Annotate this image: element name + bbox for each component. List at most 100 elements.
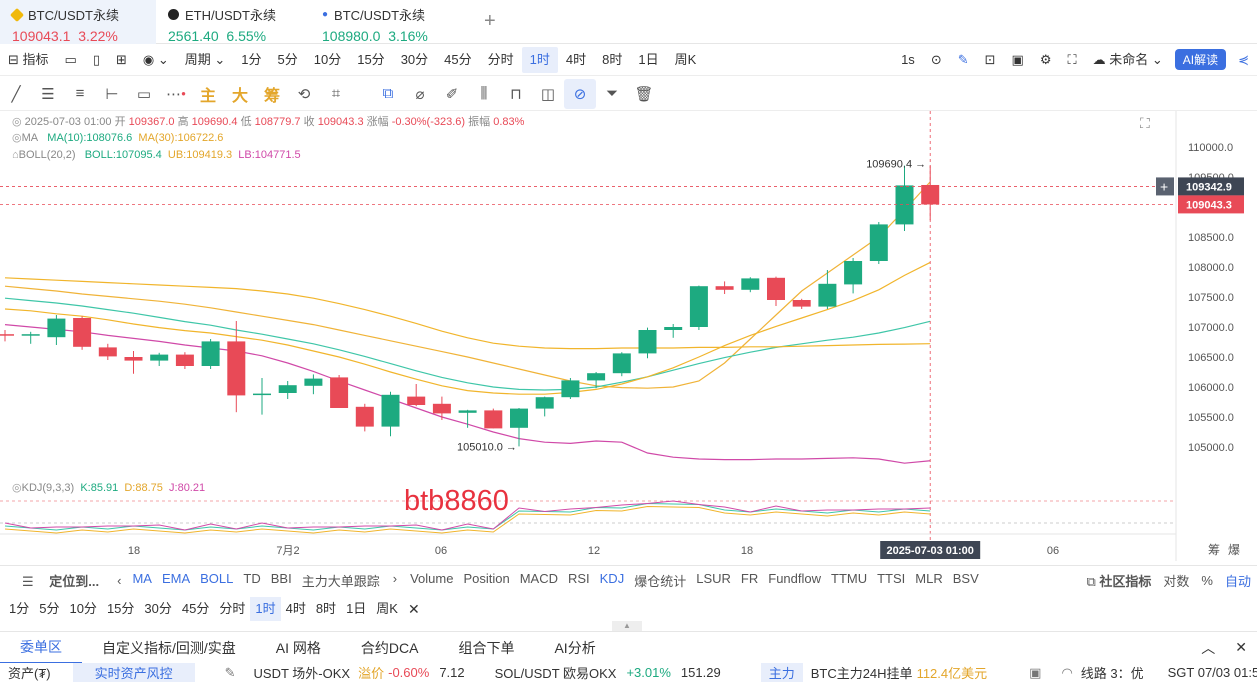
ruler-icon[interactable]: ⌀ bbox=[404, 79, 436, 109]
chips-tool[interactable]: 筹 bbox=[256, 79, 288, 109]
indicator-volume[interactable]: Volume bbox=[405, 571, 458, 590]
candles-icon[interactable]: ⫼ bbox=[468, 79, 500, 109]
tab-eth-usdt-perp[interactable]: ETH/USDT永续 2561.40 6.55% bbox=[156, 0, 310, 44]
tab-combo-order[interactable]: 组合下单 bbox=[438, 638, 534, 658]
magnet-icon[interactable]: ⌗ bbox=[320, 79, 352, 109]
main-force-tool[interactable]: 主 bbox=[192, 79, 224, 109]
more-tools-icon[interactable]: ⋯ ● bbox=[160, 79, 192, 109]
template-icon[interactable]: ⊡ bbox=[977, 47, 1004, 73]
parallel-lines-icon[interactable]: ☰ bbox=[32, 79, 64, 109]
interval-bottom-3[interactable]: 15分 bbox=[102, 597, 139, 621]
log-toggle[interactable]: 对数 bbox=[1157, 571, 1195, 590]
chart-area[interactable]: 110000.0109500.0108500.0108000.0107500.0… bbox=[0, 111, 1257, 561]
tab-btc-usdt-perp[interactable]: BTC/USDT永续 109043.1 3.22% bbox=[0, 0, 156, 44]
interval-bottom-1[interactable]: 5分 bbox=[34, 597, 64, 621]
copy-icon[interactable]: ⧉ bbox=[372, 79, 404, 109]
interval-8[interactable]: 4时 bbox=[558, 47, 594, 73]
indicator-mlr[interactable]: MLR bbox=[910, 571, 947, 590]
indicator-macd[interactable]: MACD bbox=[515, 571, 563, 590]
interval-bottom-4[interactable]: 30分 bbox=[139, 597, 176, 621]
indicator-td[interactable]: TD bbox=[238, 571, 265, 590]
indicator-boll[interactable]: BOLL bbox=[195, 571, 238, 590]
eye-icon[interactable]: ◫ bbox=[532, 79, 564, 109]
interval-10[interactable]: 1日 bbox=[630, 47, 666, 73]
chevron-right-icon[interactable]: › bbox=[385, 571, 405, 590]
layout-icon[interactable]: ▭ bbox=[57, 47, 85, 73]
indicator-lsur[interactable]: LSUR bbox=[691, 571, 736, 590]
expand-icon[interactable]: ⛶ bbox=[1140, 115, 1150, 132]
close-icon[interactable]: ✕ bbox=[403, 601, 425, 618]
indicator-ma[interactable]: MA bbox=[127, 571, 157, 590]
interval-1[interactable]: 5分 bbox=[270, 47, 306, 73]
indicator-position[interactable]: Position bbox=[458, 571, 514, 590]
add-tab-icon[interactable]: + bbox=[484, 10, 496, 33]
indicator-button[interactable]: ⊟ 指标 bbox=[0, 47, 57, 73]
auto-toggle[interactable]: 自动 bbox=[1219, 571, 1257, 590]
screenshot-icon[interactable]: ▣ bbox=[1029, 665, 1041, 681]
lock-icon[interactable]: ⊓ bbox=[500, 79, 532, 109]
indicator-bsv[interactable]: BSV bbox=[948, 571, 984, 590]
interval-bottom-9[interactable]: 8时 bbox=[311, 597, 341, 621]
grid-icon[interactable]: ▯ bbox=[85, 47, 108, 73]
cloud-layout-button[interactable]: ☁ 未命名 ⌄ bbox=[1085, 47, 1171, 73]
interval-7[interactable]: 1时 bbox=[521, 46, 558, 73]
interval-3[interactable]: 15分 bbox=[349, 47, 392, 73]
interval-9[interactable]: 8时 bbox=[594, 47, 630, 73]
interval-bottom-5[interactable]: 45分 bbox=[177, 597, 214, 621]
interval-bottom-6[interactable]: 分时 bbox=[214, 597, 250, 621]
interval-bottom-7[interactable]: 1时 bbox=[250, 597, 281, 621]
community-indicators[interactable]: ⧉ 社区指标 bbox=[1080, 571, 1157, 590]
indicator-fundflow[interactable]: Fundflow bbox=[763, 571, 826, 590]
save-layout-icon[interactable]: ▣ bbox=[1004, 47, 1032, 73]
tab-btc-usdt-perp-2[interactable]: ● BTC/USDT永续 108980.0 3.16% bbox=[310, 0, 470, 44]
indicator-kdj[interactable]: KDJ bbox=[595, 571, 630, 590]
indicator-爆仓统计[interactable]: 爆仓统计 bbox=[629, 571, 691, 590]
indicator-ttmu[interactable]: TTMU bbox=[826, 571, 872, 590]
interval-0[interactable]: 1分 bbox=[233, 47, 269, 73]
large-order-tool[interactable]: 大 bbox=[224, 79, 256, 109]
rectangle-icon[interactable]: ▭ bbox=[128, 79, 160, 109]
ai-read-button[interactable]: AI解读 bbox=[1174, 49, 1227, 70]
indicator-主力大单跟踪[interactable]: 主力大单跟踪 bbox=[297, 571, 385, 590]
pen-icon[interactable]: ✎ bbox=[950, 47, 977, 73]
indicator-ttsi[interactable]: TTSI bbox=[872, 571, 910, 590]
horizontal-line-icon[interactable]: ⊢ bbox=[96, 79, 128, 109]
display-icon[interactable]: ⊞ bbox=[108, 47, 135, 73]
camera-icon[interactable]: ⊙ bbox=[923, 47, 950, 73]
interval-bottom-10[interactable]: 1日 bbox=[341, 597, 371, 621]
interval-4[interactable]: 30分 bbox=[393, 47, 436, 73]
interval-bottom-2[interactable]: 10分 bbox=[64, 597, 101, 621]
share-icon[interactable]: ⋞ bbox=[1230, 47, 1257, 73]
interval-5[interactable]: 45分 bbox=[436, 47, 479, 73]
tab-dca[interactable]: 合约DCA bbox=[341, 638, 439, 658]
filter-icon[interactable]: ⏷ bbox=[596, 79, 628, 109]
sec-interval[interactable]: 1s bbox=[893, 47, 923, 73]
risk-button[interactable]: 实时资产风控 bbox=[72, 663, 195, 682]
trendline-icon[interactable]: ╱ bbox=[0, 79, 32, 109]
interval-11[interactable]: 周K bbox=[667, 47, 705, 73]
indicator-bbi[interactable]: BBI bbox=[266, 571, 297, 590]
visibility-icon[interactable]: ◉ ⌄ bbox=[135, 47, 177, 73]
tab-ai-grid[interactable]: AI 网格 bbox=[256, 638, 341, 658]
interval-2[interactable]: 10分 bbox=[306, 47, 349, 73]
link-icon[interactable]: ⊘ bbox=[564, 78, 596, 109]
indicator-ema[interactable]: EMA bbox=[157, 571, 195, 590]
locate-button[interactable]: ☰ 定位到... bbox=[0, 571, 111, 590]
interval-6[interactable]: 分时 bbox=[480, 47, 522, 73]
tab-orders[interactable]: 委单区 bbox=[0, 632, 82, 664]
percent-toggle[interactable]: % bbox=[1195, 573, 1219, 588]
collapse-handle[interactable]: ▲ bbox=[612, 621, 642, 631]
settings-icon[interactable]: ⚙ bbox=[1032, 47, 1060, 73]
brush-icon[interactable]: ✐ bbox=[436, 79, 468, 109]
indicator-rsi[interactable]: RSI bbox=[563, 571, 595, 590]
tab-custom-indicator[interactable]: 自定义指标/回测/实盘 bbox=[82, 638, 256, 658]
fullscreen-icon[interactable]: ⛶ bbox=[1059, 47, 1084, 73]
period-button[interactable]: 周期 ⌄ bbox=[177, 47, 234, 73]
interval-bottom-11[interactable]: 周K bbox=[371, 597, 403, 621]
chevron-left-icon[interactable]: ‹ bbox=[111, 573, 127, 588]
tab-ai-analysis[interactable]: AI分析 bbox=[534, 638, 615, 658]
collapse-up-icon[interactable]: ︿ bbox=[1191, 638, 1225, 658]
interval-bottom-0[interactable]: 1分 bbox=[4, 597, 34, 621]
interval-bottom-8[interactable]: 4时 bbox=[281, 597, 311, 621]
edit-icon[interactable]: ✎ bbox=[225, 665, 236, 681]
